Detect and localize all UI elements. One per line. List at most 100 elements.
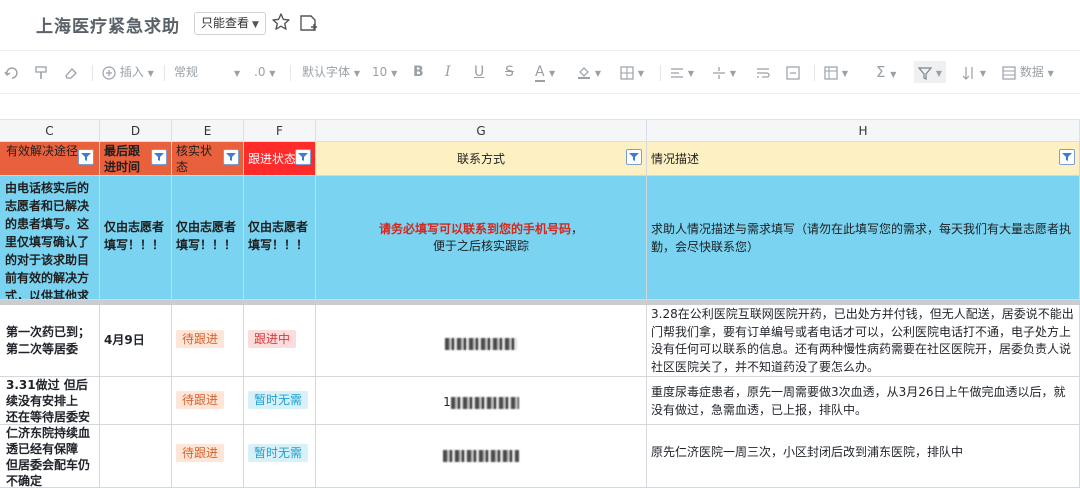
header-verify-status-label: 核实状态 — [176, 144, 213, 174]
toolbar: 插入 ▼ 常规 ▼ .0 ▼ 默认字体 ▼ 10 ▼ B I U S A ▼ ▼ … — [0, 50, 1080, 94]
header-cell-description: 情况描述 — [647, 142, 1080, 176]
column-header-d[interactable]: D — [100, 120, 172, 142]
header-cell-solution: 有效解决途径 — [0, 142, 100, 176]
row1-last-followup[interactable]: 4月9日 — [100, 305, 172, 377]
status-badge: 待跟进 — [176, 444, 225, 462]
redo-icon[interactable] — [4, 61, 18, 83]
note-cell-solution: 由电话核实后的志愿者和已解决的患者填写。这里仅填写确认了的对于该求助目前有效的解… — [0, 176, 100, 300]
column-header-e[interactable]: E — [172, 120, 244, 142]
row3-solution[interactable]: 仁济东院持续血透已经有保障 但居委会配车仍不确定 — [0, 425, 100, 488]
font-size-dropdown[interactable]: 10 ▼ — [372, 61, 397, 83]
font-color-icon[interactable]: A ▼ — [535, 61, 555, 83]
filter-button-icon[interactable] — [626, 149, 642, 165]
header-cell-last-followup: 最后跟进时间 — [100, 142, 172, 176]
filter-button-icon[interactable] — [295, 149, 311, 165]
note-cell-followup-status: 仅由志愿者填写！！！ — [244, 176, 316, 300]
fill-color-icon[interactable]: ▼ — [577, 61, 601, 83]
row2-solution[interactable]: 3.31做过 但后续没有安排上 还在等待居委安排 — [0, 377, 100, 425]
header-cell-followup-status: 跟进状态 — [244, 142, 316, 176]
sum-icon[interactable]: Σ ▼ — [876, 61, 896, 83]
note-cell-verify-status: 仅由志愿者填写！！！ — [172, 176, 244, 300]
strikethrough-icon[interactable]: S — [505, 61, 514, 83]
row1-solution[interactable]: 第一次药已到；第二次等居委 — [0, 305, 100, 377]
column-header-c[interactable]: C — [0, 120, 100, 142]
status-badge: 待跟进 — [176, 391, 225, 409]
merge-cells-icon[interactable] — [786, 61, 800, 83]
title-bar: 上海医疗紧急求助 只能查看 ▼ — [0, 0, 1080, 50]
status-badge: 跟进中 — [248, 330, 297, 348]
note-cell-contact: 请务必填写可以联系到您的手机号码， 便于之后核实跟踪 — [316, 176, 647, 300]
format-painter-icon[interactable] — [34, 61, 48, 83]
align-left-icon[interactable]: ▼ — [670, 61, 694, 83]
header-cell-verify-status: 核实状态 — [172, 142, 244, 176]
redacted-phone — [445, 337, 517, 350]
sort-icon[interactable]: ▼ — [962, 61, 986, 83]
header-followup-status-label: 跟进状态 — [248, 152, 297, 166]
row3-last-followup[interactable] — [100, 425, 172, 488]
note-contact-rest: 便于之后核实跟踪 — [432, 239, 529, 253]
redacted-phone — [443, 449, 519, 462]
header-solution-label: 有效解决途径 — [6, 144, 79, 158]
header-description-label: 情况描述 — [651, 152, 700, 166]
font-size-label: 10 — [372, 65, 388, 79]
eraser-icon[interactable] — [64, 61, 78, 83]
number-format-dropdown[interactable]: 常规 ▼ — [174, 61, 240, 83]
view-mode-dropdown[interactable]: 只能查看 ▼ — [194, 12, 266, 35]
borders-icon[interactable]: ▼ — [620, 61, 644, 83]
row2-description[interactable]: 重度尿毒症患者，原先一周需要做3次血透，从3月26日上午做完血透以后，就没有做过… — [647, 377, 1080, 425]
header-last-followup-label: 最后跟进时间 — [104, 144, 141, 174]
insert-label: 插入 — [119, 65, 144, 79]
note-cell-description: 求助人情况描述与需求填写（请勿在此填写您的需求，每天我们有大量志愿者执勤，会尽快… — [647, 176, 1080, 300]
star-icon[interactable] — [271, 12, 291, 32]
insert-button[interactable]: 插入 ▼ — [102, 61, 154, 83]
row3-followup-status[interactable]: 暂时无需 — [244, 425, 316, 488]
row3-contact[interactable] — [316, 425, 647, 488]
decimal-label: .0 — [254, 65, 266, 79]
filter-button-icon[interactable] — [223, 149, 239, 165]
data-menu-label: 数据 — [1019, 65, 1044, 79]
font-family-dropdown[interactable]: 默认字体 ▼ — [302, 61, 360, 83]
column-header-h[interactable]: H — [647, 120, 1080, 142]
row1-verify-status[interactable]: 待跟进 — [172, 305, 244, 377]
row1-description[interactable]: 3.28在公利医院互联网医院开药，已出处方并付钱，但无人配送，居委说不能出门帮我… — [647, 305, 1080, 377]
redacted-phone — [450, 396, 519, 409]
filter-button-icon[interactable] — [78, 149, 94, 165]
row2-contact[interactable]: 1 — [316, 377, 647, 425]
formula-bar[interactable] — [0, 94, 1080, 120]
document-title: 上海医疗紧急求助 — [36, 17, 180, 37]
number-format-label: 常规 — [174, 65, 199, 79]
row3-verify-status[interactable]: 待跟进 — [172, 425, 244, 488]
column-header-g[interactable]: G — [316, 120, 647, 142]
row3-description[interactable]: 原先仁济医院一周三次，小区封闭后改到浦东医院，排队中 — [647, 425, 1080, 488]
chevron-down-icon: ▼ — [252, 20, 259, 30]
row1-followup-status[interactable]: 跟进中 — [244, 305, 316, 377]
filter-button-icon[interactable] — [1059, 149, 1075, 165]
phone-prefix: 1 — [443, 395, 451, 409]
status-badge: 待跟进 — [176, 330, 225, 348]
note-cell-last-followup: 仅由志愿者填写！！！ — [100, 176, 172, 300]
font-family-label: 默认字体 — [302, 65, 351, 79]
view-mode-label: 只能查看 — [201, 16, 250, 30]
status-badge: 暂时无需 — [248, 444, 309, 462]
status-badge: 暂时无需 — [248, 391, 309, 409]
filter-button-icon[interactable] — [151, 149, 167, 165]
row2-followup-status[interactable]: 暂时无需 — [244, 377, 316, 425]
data-menu-button[interactable]: 数据 ▼ — [1002, 61, 1054, 83]
header-contact-label: 联系方式 — [456, 152, 505, 166]
wrap-text-icon[interactable] — [756, 61, 770, 83]
freeze-icon[interactable]: ▼ — [824, 61, 848, 83]
row2-verify-status[interactable]: 待跟进 — [172, 377, 244, 425]
header-cell-contact: 联系方式 — [316, 142, 647, 176]
bold-icon[interactable]: B — [413, 61, 424, 83]
vertical-align-icon[interactable]: ▼ — [712, 61, 736, 83]
underline-icon[interactable]: U — [474, 61, 484, 83]
row2-last-followup[interactable] — [100, 377, 172, 425]
column-header-f[interactable]: F — [244, 120, 316, 142]
add-to-folder-icon[interactable] — [298, 13, 318, 33]
italic-icon[interactable]: I — [445, 61, 451, 83]
filter-icon[interactable]: ▼ — [914, 61, 946, 83]
note-contact-warning: 请务必填写可以联系到您的手机号码 — [378, 222, 571, 236]
decimal-dropdown[interactable]: .0 ▼ — [254, 61, 275, 83]
row1-contact[interactable] — [316, 305, 647, 377]
note-contact-comma: ， — [571, 222, 584, 236]
